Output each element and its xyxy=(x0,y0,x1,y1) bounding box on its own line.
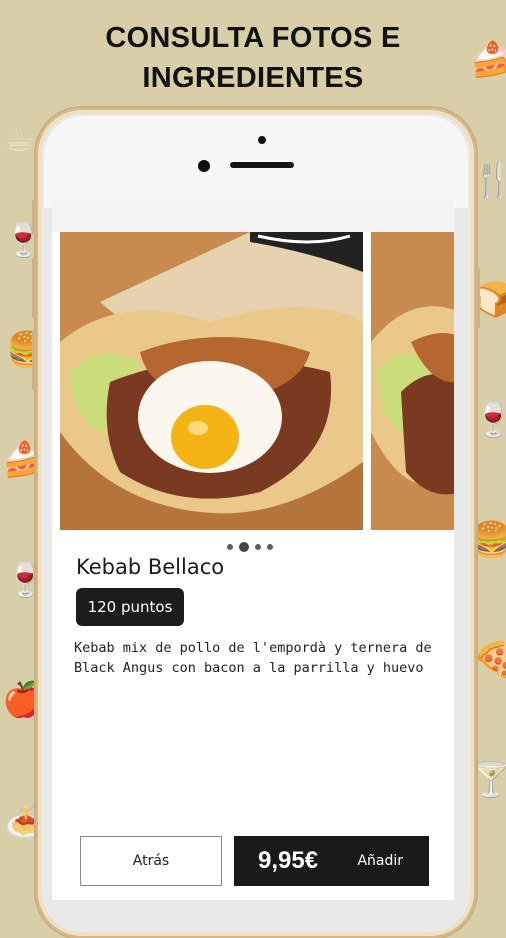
dish-photo xyxy=(60,232,363,530)
phone-volume-down xyxy=(32,330,36,390)
food-photo-preview xyxy=(371,232,454,530)
add-to-cart-button[interactable]: 9,95€ Añadir xyxy=(234,836,429,886)
food-photo xyxy=(60,232,363,530)
phone-top-bezel xyxy=(44,116,468,208)
status-strip xyxy=(52,200,454,232)
back-button[interactable]: Atrás xyxy=(80,836,222,886)
next-dish-photo xyxy=(371,232,454,530)
app-screen: Kebab Bellaco 120 puntos Kebab mix de po… xyxy=(52,200,454,900)
phone-volume-up xyxy=(32,258,36,318)
carousel-page-indicator[interactable] xyxy=(227,541,273,553)
photo-carousel[interactable] xyxy=(60,232,454,532)
headline-line-1: CONSULTA FOTOS E INGREDIENTES xyxy=(105,22,401,94)
speaker-grille xyxy=(230,162,294,168)
page-dot[interactable] xyxy=(255,544,261,550)
camera-icon xyxy=(198,160,210,172)
phone-side-button xyxy=(32,200,36,234)
dish-title: Kebab Bellaco xyxy=(76,555,225,579)
sensor-icon xyxy=(258,136,266,144)
page-dot-active[interactable] xyxy=(239,542,249,552)
points-badge: 120 puntos xyxy=(76,588,184,626)
price-label: 9,95€ xyxy=(258,847,319,874)
add-label: Añadir xyxy=(357,853,403,869)
page-dot[interactable] xyxy=(267,544,273,550)
phone-power-button xyxy=(476,268,480,328)
dish-description: Kebab mix de pollo de l'empordà y terner… xyxy=(74,640,432,676)
page-dot[interactable] xyxy=(227,544,233,550)
